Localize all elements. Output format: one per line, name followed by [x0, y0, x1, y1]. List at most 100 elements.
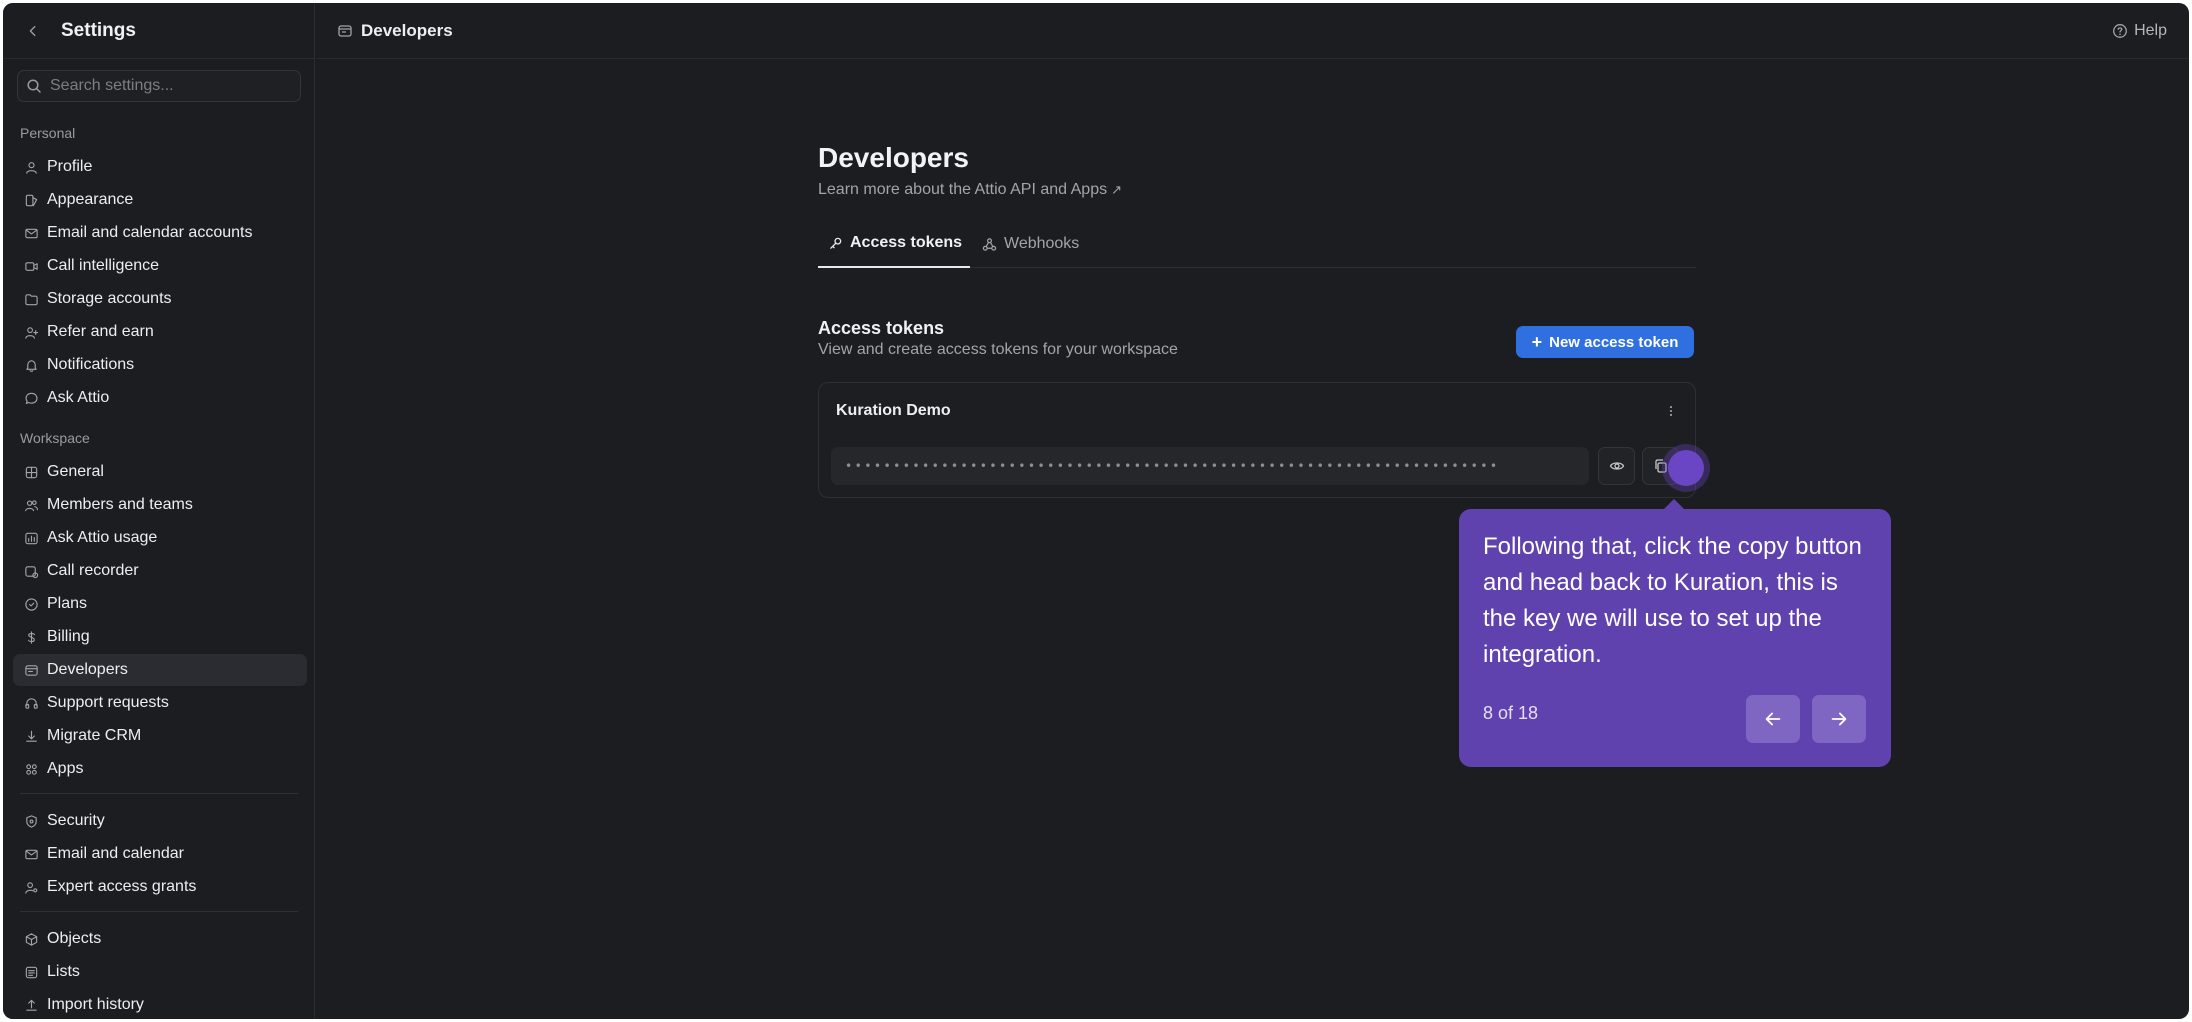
sidebar-item-security[interactable]: Security [13, 805, 307, 837]
cube-icon [23, 931, 39, 947]
sidebar-item-members-and-teams[interactable]: Members and teams [13, 489, 307, 521]
back-chevron-icon[interactable] [23, 21, 43, 41]
sidebar-item-label: Ask Attio [47, 389, 110, 406]
sidebar-item-label: Storage accounts [47, 290, 172, 307]
sidebar-item-label: General [47, 463, 104, 480]
sidebar-item-general[interactable]: General [13, 456, 307, 488]
sidebar-item-call-recorder[interactable]: Call recorder [13, 555, 307, 587]
key-icon [830, 237, 842, 249]
chat-icon [23, 390, 39, 406]
sidebar-item-ask-attio[interactable]: Ask Attio [13, 382, 307, 414]
recorder-icon [23, 563, 39, 579]
tour-hotspot-indicator[interactable] [1668, 450, 1704, 486]
sidebar-item-apps[interactable]: Apps [13, 753, 307, 785]
developers-icon [338, 24, 352, 37]
sidebar-item-label: Appearance [47, 191, 134, 208]
sidebar-item-developers[interactable]: Developers [13, 654, 307, 686]
section-title: Access tokens [818, 318, 945, 338]
sidebar-item-profile[interactable]: Profile [13, 151, 307, 183]
tour-previous-button[interactable] [1746, 695, 1800, 743]
upload-icon [23, 997, 39, 1013]
users-icon [23, 497, 39, 513]
personal-section-label: Personal [20, 125, 76, 141]
sidebar-item-objects[interactable]: Objects [13, 923, 307, 955]
sidebar-item-label: Migrate CRM [47, 727, 142, 744]
sidebar-title: Settings [61, 19, 136, 41]
sidebar-item-plans[interactable]: Plans [13, 588, 307, 620]
sidebar-item-label: Objects [47, 930, 102, 947]
headset-icon [23, 695, 39, 711]
sidebar-item-notifications[interactable]: Notifications [13, 349, 307, 381]
envelope-icon [23, 846, 39, 862]
page-subtitle: Learn more about the Attio API and Apps [818, 181, 1108, 198]
help-button[interactable]: Help [2112, 22, 2167, 40]
sidebar-divider [20, 911, 298, 912]
sidebar-item-label: Members and teams [47, 496, 193, 513]
main-content: Developers Learn more about the Attio AP… [316, 60, 2189, 1019]
sidebar-divider [20, 793, 298, 794]
folder-icon [23, 291, 39, 307]
search-settings-field[interactable] [17, 70, 301, 102]
arrow-right-icon [1831, 712, 1847, 726]
tooltip-message: Following that, click the copy button an… [1483, 533, 1862, 668]
sidebar-item-label: Lists [47, 963, 80, 980]
reveal-token-button[interactable] [1598, 447, 1635, 485]
sidebar-item-import-history[interactable]: Import history [13, 989, 307, 1019]
sidebar-item-billing[interactable]: Billing [13, 621, 307, 653]
sidebar-header: Settings [3, 3, 314, 59]
top-bar: Developers Help [316, 3, 2189, 59]
developers-icon [23, 662, 39, 678]
user-plus-icon [23, 324, 39, 340]
sidebar-item-label: Ask Attio usage [47, 529, 158, 546]
usage-icon [23, 530, 39, 546]
token-name: Kuration Demo [836, 402, 951, 419]
new-access-token-button[interactable]: + New access token [1516, 326, 1694, 358]
sidebar-item-expert-access-grants[interactable]: Expert access grants [13, 871, 307, 903]
tab-bar: Access tokens Webhooks [818, 220, 1696, 268]
search-input[interactable] [50, 77, 290, 95]
sidebar-item-lists[interactable]: Lists [13, 956, 307, 988]
help-circle-icon [2113, 23, 2128, 38]
apps-icon [23, 761, 39, 777]
shield-icon [23, 813, 39, 829]
sidebar-item-label: Email and calendar [47, 845, 184, 862]
help-label: Help [2134, 21, 2167, 39]
eye-icon [1609, 462, 1624, 470]
sidebar-item-storage-accounts[interactable]: Storage accounts [13, 283, 307, 315]
tour-tooltip: Following that, click the copy button an… [1459, 499, 1891, 767]
sidebar-item-migrate-crm[interactable]: Migrate CRM [13, 720, 307, 752]
grid-icon [23, 464, 39, 480]
arrow-left-icon [1765, 712, 1781, 726]
sidebar-item-ask-attio-usage[interactable]: Ask Attio usage [13, 522, 307, 554]
sidebar-item-appearance[interactable]: Appearance [13, 184, 307, 216]
token-value-field[interactable]: ••••••••••••••••••••••••••••••••••••••••… [831, 447, 1589, 485]
user-key-icon [23, 879, 39, 895]
dollar-icon [23, 629, 39, 645]
tab-label: Webhooks [1004, 235, 1080, 252]
sidebar-item-label: Refer and earn [47, 323, 154, 340]
tour-next-button[interactable] [1812, 695, 1866, 743]
sidebar-item-email-and-calendar[interactable]: Email and calendar [13, 838, 307, 870]
workspace-section-label: Workspace [20, 430, 90, 446]
sidebar-item-label: Security [47, 812, 105, 829]
more-options-icon[interactable] [1661, 401, 1681, 421]
sidebar-item-label: Profile [47, 158, 93, 175]
sidebar-item-refer-and-earn[interactable]: Refer and earn [13, 316, 307, 348]
sidebar-item-label: Apps [47, 760, 84, 777]
plans-icon [23, 596, 39, 612]
tab-label: Access tokens [850, 234, 963, 251]
sidebar-item-email-and-calendar-accounts[interactable]: Email and calendar accounts [13, 217, 307, 249]
tour-step-count: 8 of 18 [1483, 703, 1539, 723]
video-icon [23, 258, 39, 274]
api-docs-link[interactable]: Learn more about the Attio API and Apps … [818, 181, 1122, 199]
sidebar-item-label: Developers [47, 661, 128, 678]
sidebar-item-call-intelligence[interactable]: Call intelligence [13, 250, 307, 282]
tab-access-tokens[interactable]: Access tokens [818, 220, 971, 268]
settings-sidebar: Settings Personal Profile Appearance Email… [3, 3, 315, 1019]
download-icon [23, 728, 39, 744]
sidebar-item-label: Billing [47, 628, 90, 645]
tab-webhooks[interactable]: Webhooks [982, 220, 1079, 268]
page-title: Developers [818, 142, 969, 173]
sidebar-item-support-requests[interactable]: Support requests [13, 687, 307, 719]
section-subtitle: View and create access tokens for your w… [818, 341, 1178, 358]
